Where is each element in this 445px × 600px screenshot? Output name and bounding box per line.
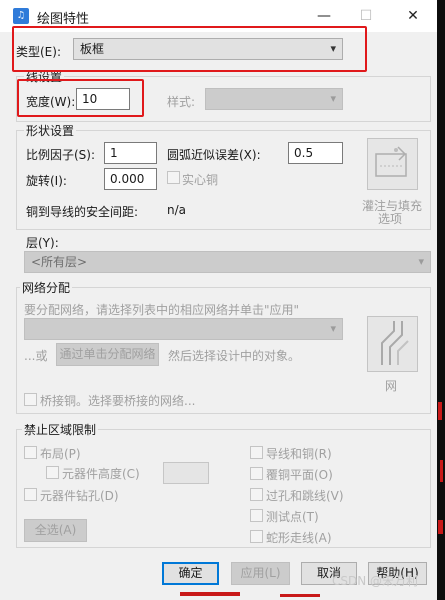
bridge-copper-checkbox	[24, 393, 37, 406]
keepout-vias-checkbox	[250, 488, 263, 501]
shape-settings-group-label: 形状设置	[24, 122, 77, 139]
keepout-testpoint-label: 测试点(T)	[266, 510, 319, 524]
keepout-drill-label: 元器件钻孔(D)	[40, 489, 119, 503]
click-assign-net-button: 通过单击分配网络	[56, 343, 159, 366]
select-all-button: 全选(A)	[24, 519, 87, 542]
background-canvas-strip	[437, 0, 445, 600]
ratio-label: 比例因子(S):	[26, 148, 96, 162]
pour-fill-icon	[375, 146, 407, 177]
app-music-icon: ♫	[13, 8, 29, 24]
keepout-height-input	[163, 462, 209, 484]
minimize-button[interactable]: —	[304, 4, 344, 28]
keepout-placement-checkbox	[24, 446, 37, 459]
keepout-plane-label: 覆铜平面(O)	[266, 468, 333, 482]
clearance-label: 铜到导线的安全间距:	[26, 205, 139, 219]
net-assign-group-label: 网络分配	[20, 279, 73, 296]
canvas-red-trace	[180, 592, 240, 596]
clearance-value: n/a	[167, 203, 187, 217]
keepout-group-label: 禁止区域限制	[22, 421, 99, 438]
net-select: ▾	[24, 318, 343, 340]
ok-button[interactable]: 确定	[162, 562, 219, 585]
ratio-input[interactable]: 1	[104, 142, 157, 164]
close-button[interactable]: ✕	[393, 4, 433, 28]
keepout-height-checkbox	[46, 466, 59, 479]
fill-options-label-line2: 选项	[378, 212, 403, 226]
keepout-plane-checkbox	[250, 467, 263, 480]
keepout-traces-checkbox	[250, 446, 263, 459]
net-assign-big-button	[367, 316, 418, 372]
style-select: ▾	[205, 88, 343, 110]
arc-error-label: 圆弧近似误差(X):	[167, 148, 261, 162]
chevron-down-icon: ▾	[418, 255, 424, 268]
chevron-down-icon: ▾	[330, 322, 336, 335]
canvas-red-trace	[280, 594, 320, 597]
width-highlight-box	[17, 79, 144, 117]
keepout-traces-label: 导线和铜(R)	[266, 447, 332, 461]
net-assign-hint: 要分配网络，请选择列表中的相应网络并单击"应用"	[24, 303, 300, 317]
chevron-down-icon: ▾	[330, 92, 336, 105]
keepout-height-label: 元器件高度(C)	[62, 467, 140, 481]
keepout-vias-label: 过孔和跳线(V)	[266, 489, 344, 503]
rotation-input[interactable]: 0.000	[104, 168, 157, 190]
maximize-button: ☐	[359, 8, 373, 24]
layer-select: <所有层> ▾	[24, 251, 431, 273]
keepout-testpoint-checkbox	[250, 509, 263, 522]
canvas-red-trace	[438, 402, 442, 420]
keepout-placement-label: 布局(P)	[40, 447, 81, 461]
or-text: ...或	[24, 349, 48, 363]
canvas-red-trace	[438, 520, 443, 534]
apply-button: 应用(L)	[231, 562, 290, 585]
layer-select-value: <所有层>	[31, 255, 88, 269]
solid-copper-label: 实心铜	[182, 173, 219, 187]
csdn-watermark: CSDN @宋万利	[332, 574, 419, 588]
keepout-serpentine-checkbox	[250, 530, 263, 543]
rotation-label: 旋转(I):	[26, 174, 67, 188]
canvas-red-trace	[440, 460, 443, 482]
window-title: 绘图特性	[37, 12, 90, 27]
net-button-label: 网	[385, 379, 398, 393]
style-label: 样式:	[167, 95, 196, 109]
keepout-drill-checkbox	[24, 488, 37, 501]
net-route-icon	[381, 321, 409, 365]
arc-error-input[interactable]: 0.5	[288, 142, 343, 164]
drawing-properties-dialog: ♫ 绘图特性 — ☐ ✕ 类型(E): 板框 ▾ 线设置 宽度(W): 10 样…	[0, 0, 437, 600]
bridge-copper-label: 桥接铜。选择要桥接的网络...	[40, 394, 196, 408]
then-select-text: 然后选择设计中的对象。	[168, 349, 301, 363]
solid-copper-checkbox	[167, 171, 180, 184]
fill-options-button	[367, 138, 418, 190]
keepout-serpentine-label: 蛇形走线(A)	[266, 531, 332, 545]
type-highlight-box	[12, 26, 367, 72]
layer-label: 层(Y):	[26, 236, 59, 250]
